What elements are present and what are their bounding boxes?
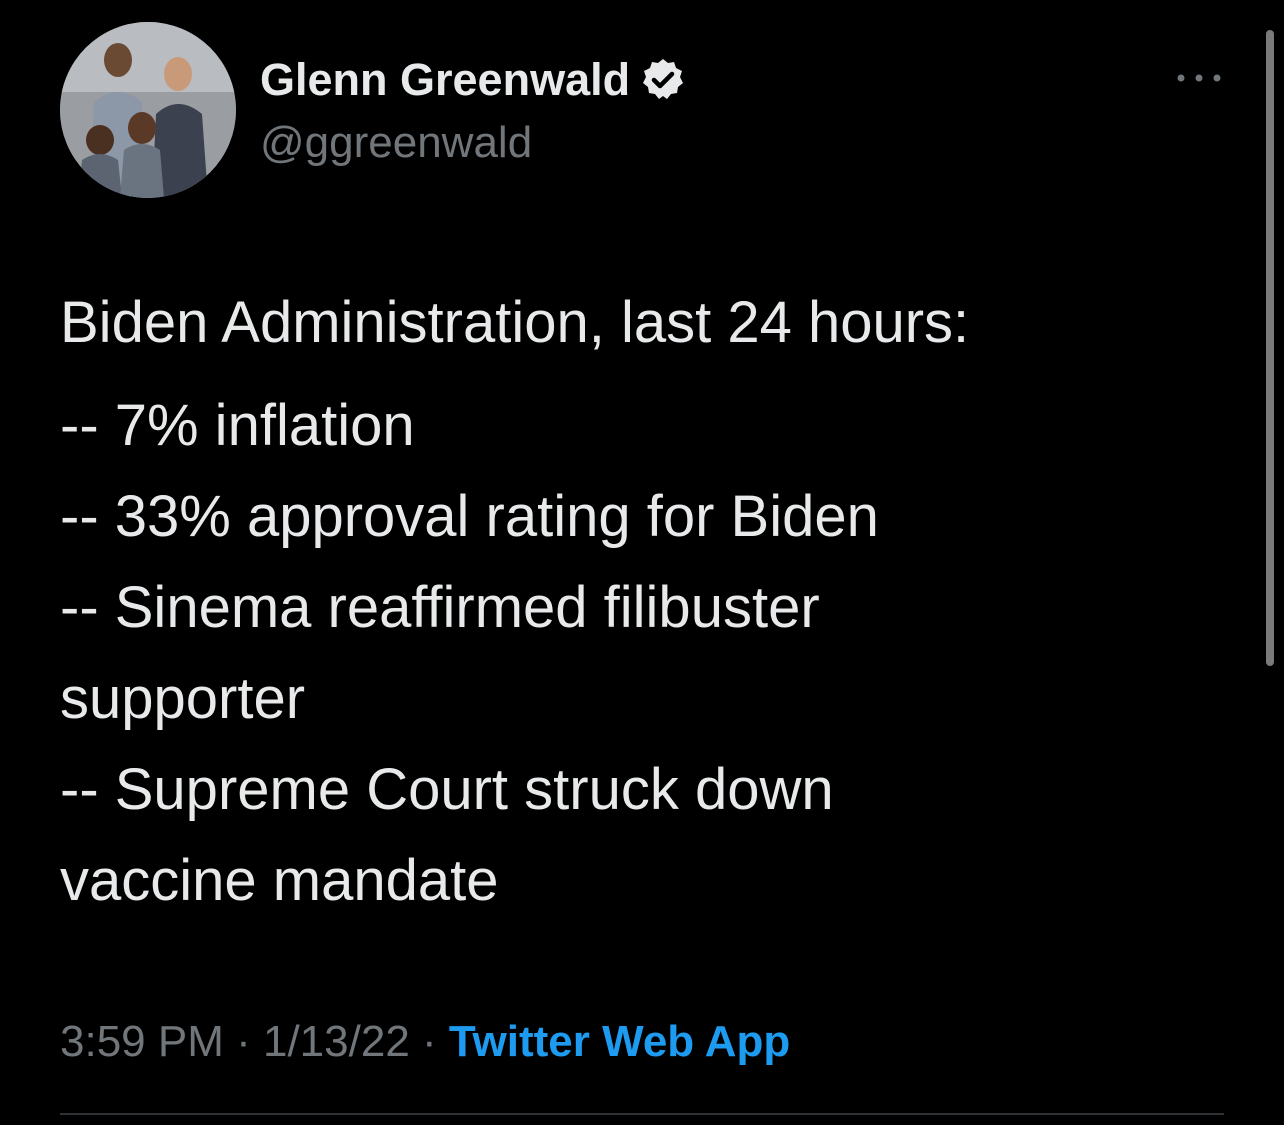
scrollbar[interactable] [1266,30,1274,666]
avatar[interactable] [60,22,236,198]
tweet-line: supporter [60,666,306,731]
tweet-time[interactable]: 3:59 PM [60,1017,224,1066]
author-handle[interactable]: @ggreenwald [260,115,532,171]
meta-separator: · [409,1017,449,1066]
more-horizontal-icon [1177,74,1221,82]
meta-separator: · [223,1017,263,1066]
author-display-name[interactable]: Glenn Greenwald [260,52,686,108]
tweet-source-link[interactable]: Twitter Web App [449,1017,790,1066]
tweet-date[interactable]: 1/13/22 [263,1017,410,1066]
tweet-line: -- Sinema reaffirmed filibuster [60,575,820,640]
verified-badge-icon [640,57,686,103]
tweet-line: vaccine mandate [60,848,499,913]
more-options-button[interactable] [1172,60,1226,96]
tweet-line: Biden Administration, last 24 hours: [60,290,970,355]
divider [60,1113,1224,1115]
tweet-metadata: 3:59 PM · 1/13/22 · Twitter Web App [60,1012,790,1072]
avatar-photo [60,22,236,198]
tweet-line: -- Supreme Court struck down [60,757,834,822]
tweet-line: -- 33% approval rating for Biden [60,484,879,549]
tweet-line: -- 7% inflation [60,393,415,458]
tweet-text: Biden Administration, last 24 hours: -- … [60,277,1230,926]
display-name-text: Glenn Greenwald [260,54,631,105]
